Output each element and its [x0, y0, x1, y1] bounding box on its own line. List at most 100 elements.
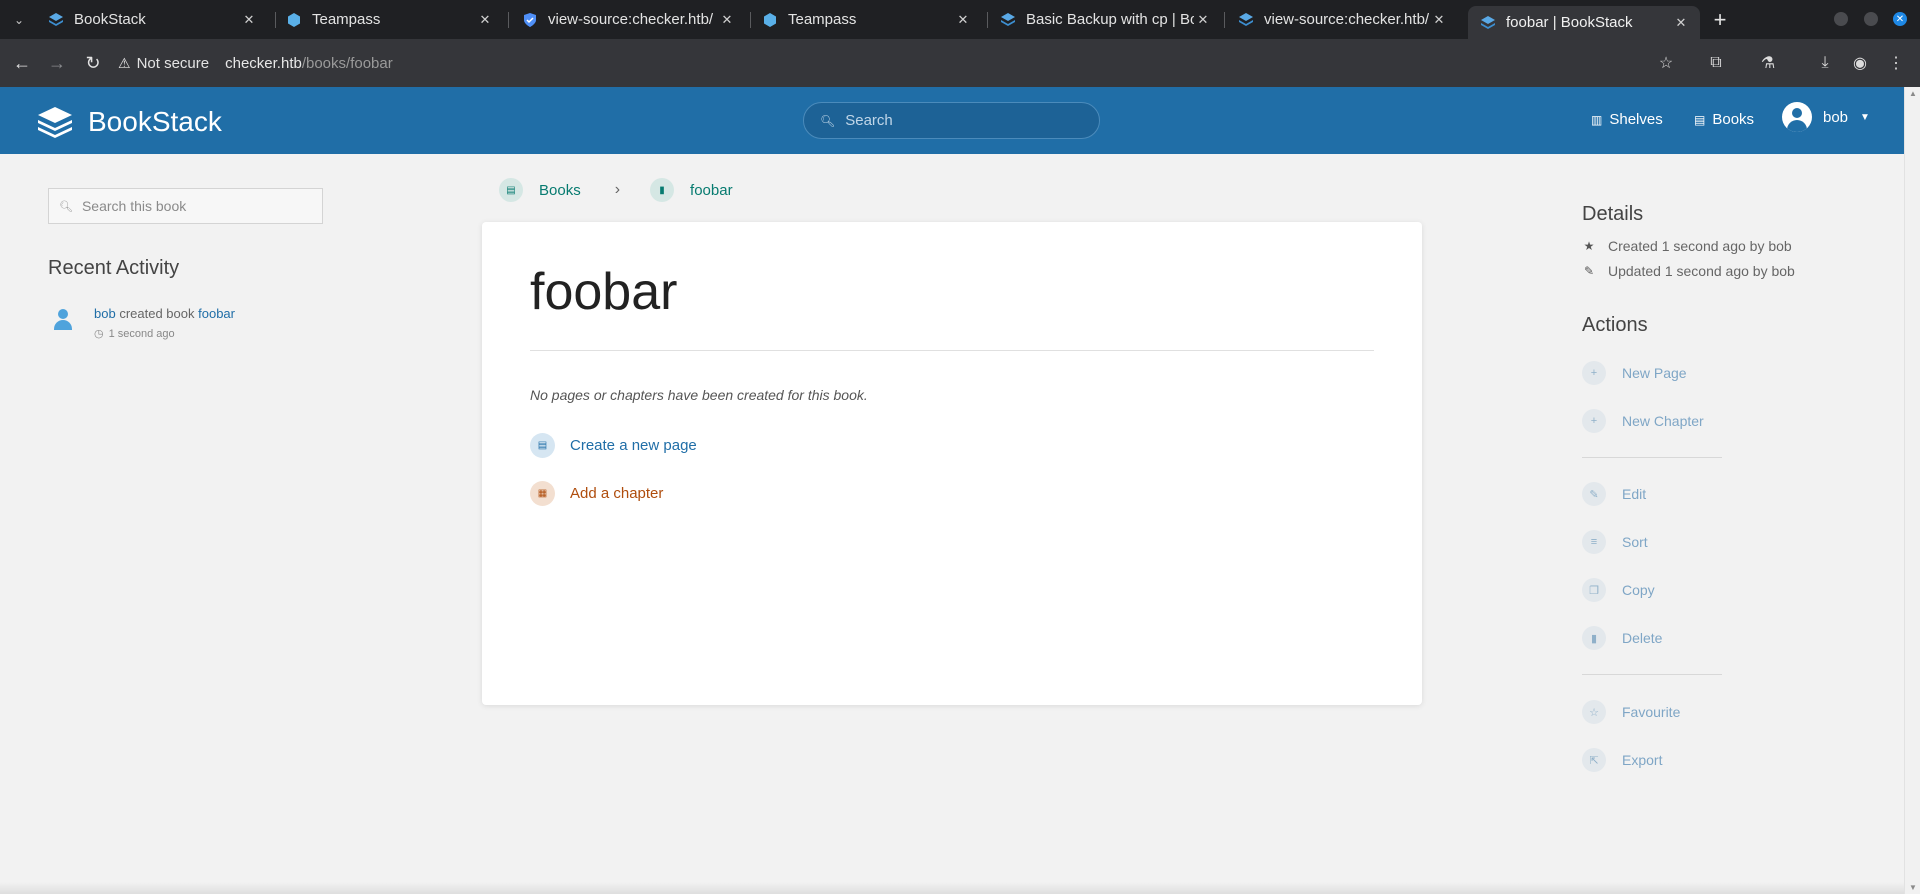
add-chapter-link[interactable]: ▦ Add a chapter — [530, 481, 663, 506]
activity-user-link[interactable]: bob — [94, 306, 116, 321]
browser-tab[interactable]: Teampass ✕ — [274, 4, 504, 35]
activity-time: ◷ 1 second ago — [94, 327, 175, 340]
breadcrumb-books-label: Books — [539, 181, 581, 199]
bookmark-star-icon[interactable]: ☆ — [1654, 51, 1678, 75]
warning-triangle-icon: ⚠ — [118, 54, 131, 71]
close-icon[interactable]: ✕ — [240, 12, 258, 28]
favourite-label: Favourite — [1622, 704, 1681, 720]
activity-time-text: 1 second ago — [108, 328, 175, 340]
star-icon: ☆ — [1582, 700, 1606, 724]
page-bottom-edge — [0, 882, 1904, 894]
close-icon[interactable]: ✕ — [718, 12, 736, 28]
shield-favicon-icon — [524, 12, 536, 27]
global-search[interactable]: 🔍︎ — [803, 102, 1100, 139]
star-icon: ★ — [1583, 239, 1595, 253]
close-icon[interactable]: ✕ — [1672, 15, 1690, 31]
copy-action[interactable]: ❐ Copy — [1582, 578, 1655, 602]
page-scrollbar[interactable]: ▲ ▼ — [1904, 87, 1920, 894]
sort-action[interactable]: ≡ Sort — [1582, 530, 1648, 554]
minimize-window-button[interactable] — [1834, 12, 1848, 26]
avatar — [1782, 102, 1812, 132]
close-icon[interactable]: ✕ — [954, 12, 972, 28]
recent-activity-heading: Recent Activity — [48, 257, 180, 279]
new-chapter-action[interactable]: + New Chapter — [1582, 409, 1704, 433]
bookstack-logo-icon — [38, 107, 72, 138]
extensions-icon[interactable]: ⧉ — [1704, 51, 1728, 75]
nav-books-link[interactable]: ▤ Books — [1694, 111, 1754, 128]
download-icon[interactable]: ⤓ — [1813, 51, 1837, 75]
book-search-input[interactable] — [81, 198, 302, 214]
address-bar[interactable]: ⚠ Not secure checker.htb/books/foobar — [118, 45, 1690, 81]
create-page-link[interactable]: ▤ Create a new page — [530, 433, 697, 458]
browser-tab[interactable]: BookStack ✕ — [36, 4, 268, 35]
close-icon[interactable]: ✕ — [476, 12, 494, 28]
close-icon[interactable]: ✕ — [1194, 12, 1212, 28]
bookstack-favicon-icon — [1239, 12, 1253, 26]
clock-icon: ◷ — [94, 328, 104, 340]
trash-icon: ▮ — [1582, 626, 1606, 650]
divider — [530, 350, 1374, 351]
more-menu-icon[interactable]: ⋮ — [1884, 51, 1908, 75]
app-name: BookStack — [88, 106, 222, 137]
teampass-favicon-icon — [288, 12, 300, 27]
labs-flask-icon[interactable]: ⚗ — [1756, 51, 1780, 75]
activity-action: created book — [119, 306, 195, 321]
browser-tab[interactable]: Basic Backup with cp | Bo ✕ — [988, 4, 1222, 35]
forward-button[interactable]: → — [43, 49, 71, 77]
shelves-icon: ▥ — [1591, 112, 1603, 127]
browser-tab-active[interactable]: foobar | BookStack ✕ — [1468, 6, 1700, 39]
search-icon: 🔍︎ — [59, 200, 73, 213]
tab-search-menu-button[interactable]: ⌄ — [6, 8, 32, 32]
maximize-window-button[interactable] — [1864, 12, 1878, 26]
caret-down-icon: ▼ — [1860, 111, 1870, 123]
profile-icon[interactable]: ◉ — [1848, 51, 1872, 75]
edit-label: Edit — [1622, 486, 1647, 502]
scroll-up-icon[interactable]: ▲ — [1909, 89, 1917, 98]
edit-action[interactable]: ✎ Edit — [1582, 482, 1646, 506]
security-status[interactable]: Not secure — [137, 55, 210, 72]
activity-text: bob created book foobar — [94, 306, 235, 321]
copy-icon: ❐ — [1582, 578, 1606, 602]
updated-info: ✎ Updated 1 second ago by bob — [1582, 263, 1795, 279]
close-icon[interactable]: ✕ — [1430, 12, 1448, 28]
app-logo[interactable]: BookStack — [34, 101, 222, 143]
user-name: bob — [1823, 108, 1849, 126]
close-window-button[interactable]: ✕ — [1893, 12, 1907, 26]
browser-tab[interactable]: view-source:checker.htb/ ✕ — [510, 4, 746, 35]
book-search[interactable]: 🔍︎ — [48, 188, 323, 224]
favourite-action[interactable]: ☆ Favourite — [1582, 700, 1680, 724]
user-avatar-icon — [48, 305, 78, 335]
new-chapter-label: New Chapter — [1622, 413, 1704, 429]
delete-label: Delete — [1622, 630, 1663, 646]
scroll-down-icon[interactable]: ▼ — [1909, 883, 1917, 892]
bookstack-favicon-icon — [49, 12, 63, 26]
reload-button[interactable]: ↻ — [79, 49, 107, 77]
browser-tab-title: Teampass — [788, 11, 857, 28]
browser-tab[interactable]: view-source:checker.htb/ ✕ — [1226, 4, 1458, 35]
add-chapter-label: Add a chapter — [570, 485, 664, 502]
breadcrumb-books-link[interactable]: ▤ Books — [499, 178, 581, 202]
books-icon: ▤ — [1694, 112, 1706, 127]
browser-tab[interactable]: Teampass ✕ — [750, 4, 982, 35]
browser-tab-strip: ⌄ BookStack ✕ Teampass ✕ view-source:che… — [0, 0, 1920, 39]
user-menu[interactable]: bob ▼ — [1782, 102, 1870, 132]
nav-books-label: Books — [1712, 111, 1755, 128]
back-button[interactable]: ← — [8, 49, 36, 77]
global-search-input[interactable] — [845, 112, 1066, 129]
breadcrumb-book-link[interactable]: ▮ foobar — [650, 178, 733, 202]
nav-shelves-link[interactable]: ▥ Shelves — [1591, 111, 1663, 128]
export-action[interactable]: ⇱ Export — [1582, 748, 1662, 772]
browser-tab-title: Basic Backup with cp | Bo — [1026, 11, 1194, 28]
new-tab-button[interactable]: + — [1706, 6, 1734, 34]
teampass-favicon-icon — [764, 12, 776, 27]
pencil-icon: ✎ — [1583, 264, 1595, 278]
search-icon: 🔍︎ — [820, 113, 836, 128]
activity-target-link[interactable]: foobar — [198, 306, 235, 321]
pencil-icon: ✎ — [1582, 482, 1606, 506]
plus-icon: + — [1582, 409, 1606, 433]
delete-action[interactable]: ▮ Delete — [1582, 626, 1662, 650]
nav-shelves-label: Shelves — [1609, 111, 1663, 128]
new-page-label: New Page — [1622, 365, 1687, 381]
new-page-action[interactable]: + New Page — [1582, 361, 1687, 385]
plus-icon: + — [1582, 361, 1606, 385]
